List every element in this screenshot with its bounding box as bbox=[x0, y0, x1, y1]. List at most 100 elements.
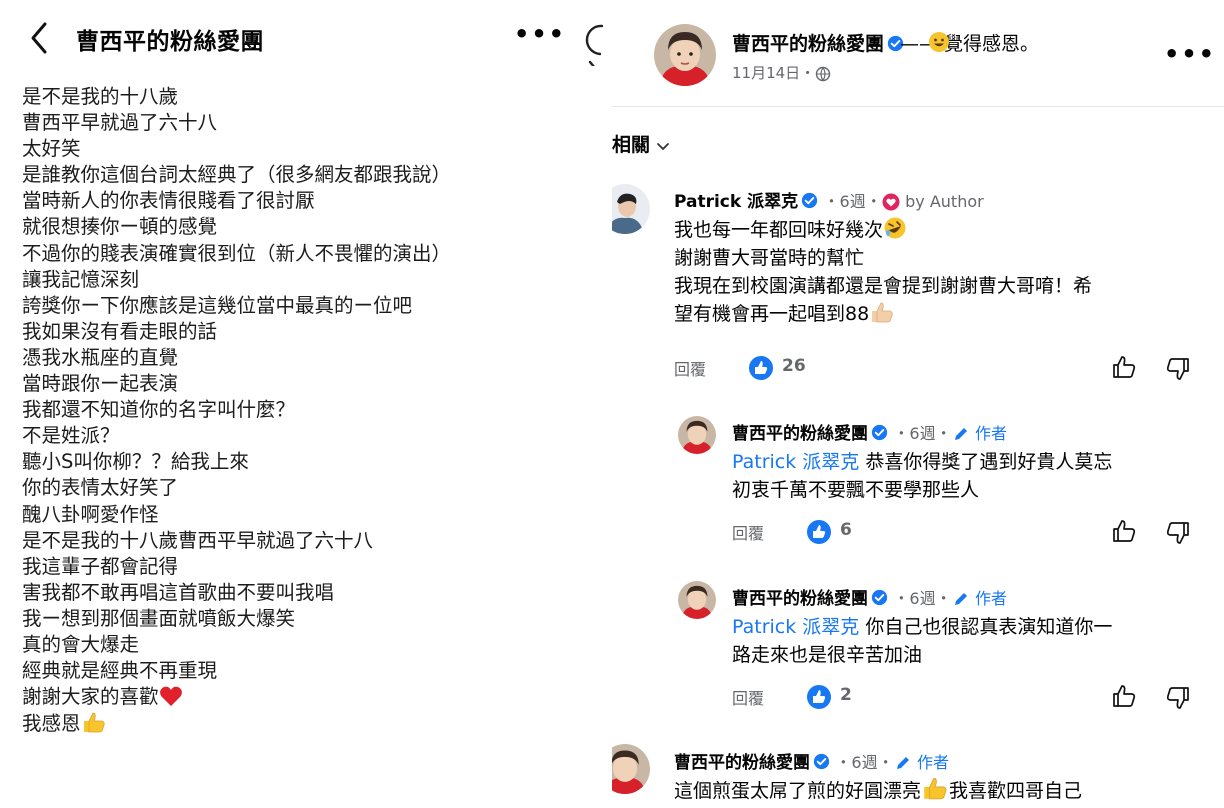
comment-time[interactable]: ・6週・ bbox=[893, 589, 951, 608]
like-icon bbox=[749, 356, 773, 380]
comment-text: 初衷千萬不要飄不要學那些人 bbox=[732, 479, 980, 501]
post-line-text: 憑我水瓶座的直覺 bbox=[22, 345, 179, 369]
comment-text: 我現在到校園演講都還是會提到謝謝曹大哥唷！希 bbox=[674, 275, 1093, 297]
thumb-down-icon[interactable] bbox=[1165, 520, 1191, 546]
post-line: 讓我記憶深刻 bbox=[22, 267, 451, 293]
thumb-up-icon[interactable] bbox=[1111, 518, 1137, 544]
like-count[interactable]: 26 bbox=[782, 356, 806, 376]
post-line-text: 是誰教你這個台詞太經典了（很多網友都跟我說） bbox=[22, 163, 452, 187]
post-line: 不過你的賤表演確實很到位（新人不畏懼的演出） bbox=[22, 241, 451, 267]
post-line: 是誰教你這個台詞太經典了（很多網友都跟我說） bbox=[22, 162, 451, 188]
post-line-text: 害我都不敢再唱這首歌曲不要叫我唱 bbox=[22, 580, 335, 604]
post-line-text: 讓我記憶深刻 bbox=[22, 267, 140, 291]
thumb-down-icon[interactable] bbox=[1165, 685, 1191, 711]
post-line: 太好笑 bbox=[22, 136, 451, 162]
comment-text: 謝謝曹大哥當時的幫忙 bbox=[674, 247, 865, 269]
post-line: 憑我水瓶座的直覺 bbox=[22, 345, 451, 371]
date-label: 11月14日・ bbox=[732, 64, 816, 82]
pencil-icon bbox=[896, 757, 909, 769]
post-author-header: 曹西平的粉絲愛團 —— 覺得感恩。 11月14日・ ••• bbox=[612, 0, 1224, 107]
post-line-text: 謝謝大家的喜歡 bbox=[22, 685, 159, 709]
comment-sort-dropdown[interactable]: 最相關 bbox=[612, 130, 670, 157]
post-line-text: 聽小S叫你柳？？給我上來 bbox=[22, 450, 249, 474]
post-line-text: 我ー想到那個畫面就噴飯大爆笑 bbox=[22, 606, 296, 630]
comment: Patrick 派翠克 ・6週・ by Author 我也每一年都回味好幾次 謝… bbox=[612, 182, 1224, 382]
thumbs-up-emoji bbox=[872, 302, 893, 323]
comment-text: 你自己也很認真表演知道你一 bbox=[859, 616, 1113, 638]
comment-header: 曹西平的粉絲愛團 ・6週・ 作者 bbox=[674, 748, 949, 773]
post-line-text: 是不是我的十八歲 bbox=[22, 85, 179, 108]
feeling-label: —— 覺得感恩。 bbox=[900, 33, 1040, 55]
mention-link[interactable]: Patrick 派翠克 bbox=[732, 451, 859, 473]
comment-text: 路走來也是很辛苦加油 bbox=[732, 644, 923, 666]
comment-body: 我也每一年都回味好幾次 謝謝曹大哥當時的幫忙 我現在到校園演講都還是會提到謝謝曹… bbox=[674, 216, 1092, 328]
post-line-text: 經典就是經典不再重現 bbox=[22, 659, 218, 683]
comment: 曹西平的粉絲愛團 ・6週・ 作者 這個煎蛋太屌了煎的好圓漂亮 我喜歡四哥自己 bbox=[612, 742, 1224, 808]
more-options-button[interactable]: ••• bbox=[1164, 42, 1216, 66]
avatar[interactable] bbox=[612, 744, 650, 794]
post-line-text: 你的表情太好笑了 bbox=[22, 476, 179, 500]
comment-time[interactable]: ・6週・ bbox=[824, 192, 882, 211]
commenter-name[interactable]: 曹西平的粉絲愛團 bbox=[732, 424, 868, 444]
feeling-text: —— 覺得感恩。 bbox=[900, 29, 1039, 56]
reply-button[interactable]: 回覆 bbox=[732, 685, 764, 709]
post-line-text: 就很想揍你ー頓的感覺 bbox=[22, 215, 218, 239]
avatar[interactable] bbox=[678, 581, 716, 619]
post-line: 我ー想到那個畫面就噴飯大爆笑 bbox=[22, 606, 451, 632]
thumb-up-icon[interactable] bbox=[1111, 354, 1137, 380]
thumbs-up-emoji bbox=[924, 777, 947, 800]
more-options-button[interactable]: ••• bbox=[514, 22, 566, 46]
post-line: 我感恩 bbox=[22, 710, 451, 736]
page-name-link[interactable]: 曹西平的粉絲愛團 bbox=[732, 29, 904, 56]
post-text: 是不是我的十八歲 曹西平早就過了六十八 太好笑 是誰教你這個台詞太經典了（很多網友都跟… bbox=[22, 84, 451, 736]
comment-body: 這個煎蛋太屌了煎的好圓漂亮 我喜歡四哥自己 bbox=[674, 775, 1082, 805]
comment-line: Patrick 派翠克 恭喜你得獎了遇到好貴人莫忘 bbox=[732, 448, 1112, 476]
comment-text: 恭喜你得獎了遇到好貴人莫忘 bbox=[859, 451, 1113, 473]
sort-label: 最相關 bbox=[612, 134, 651, 156]
comment-header: 曹西平的粉絲愛團 ・6週・ 作者 bbox=[732, 419, 1007, 444]
post-line: 害我都不敢再唱這首歌曲不要叫我唱 bbox=[22, 580, 451, 606]
verified-icon bbox=[871, 589, 888, 606]
commenter-name[interactable]: 曹西平的粉絲愛團 bbox=[674, 753, 810, 773]
verified-icon bbox=[813, 753, 830, 770]
post-line: 不是姓派？ bbox=[22, 423, 451, 449]
avatar[interactable] bbox=[678, 416, 716, 454]
by-author-badge: by Author bbox=[905, 192, 984, 211]
globe-icon bbox=[815, 66, 831, 82]
chevron-down-icon bbox=[657, 142, 669, 150]
comment-text: 我也每一年都回味好幾次 bbox=[674, 219, 884, 241]
post-line-text: 當時跟你ー起表演 bbox=[22, 372, 179, 396]
reply-button[interactable]: 回覆 bbox=[732, 520, 764, 544]
comment-time[interactable]: ・6週・ bbox=[835, 753, 893, 772]
post-line-text: 當時新人的你表情很賤看了很討厭 bbox=[22, 189, 315, 213]
refresh-icon[interactable] bbox=[578, 18, 612, 66]
avatar[interactable] bbox=[654, 24, 716, 86]
page-name[interactable]: 曹西平的粉絲愛團 bbox=[732, 33, 884, 55]
commenter-name[interactable]: 曹西平的粉絲愛團 bbox=[732, 589, 868, 609]
comments-panel: 曹西平的粉絲愛團 —— 覺得感恩。 11月14日・ ••• 最相關 Patric… bbox=[612, 0, 1224, 808]
like-count[interactable]: 6 bbox=[840, 520, 852, 540]
post-date[interactable]: 11月14日・ bbox=[732, 62, 831, 83]
post-line-text: 不是姓派？ bbox=[22, 424, 120, 448]
like-count[interactable]: 2 bbox=[840, 685, 852, 705]
thumb-down-icon[interactable] bbox=[1165, 356, 1191, 382]
heart-icon bbox=[882, 193, 900, 211]
like-icon bbox=[807, 520, 831, 544]
reply-button[interactable]: 回覆 bbox=[674, 356, 706, 380]
commenter-name[interactable]: Patrick 派翠克 bbox=[674, 192, 798, 212]
page-title: 曹西平的粉絲愛團 bbox=[76, 29, 264, 55]
post-line-text: 是不是我的十八歲曹西平早就過了六十八 bbox=[22, 528, 374, 552]
comment-header: 曹西平的粉絲愛團 ・6週・ 作者 bbox=[732, 584, 1007, 609]
like-icon bbox=[807, 685, 831, 709]
comment-reply: 曹西平的粉絲愛團 ・6週・ 作者 Patrick 派翠克 恭喜你得獎了遇到好貴人… bbox=[612, 414, 1224, 554]
post-line: 當時新人的你表情很賤看了很討厭 bbox=[22, 188, 451, 214]
comment-line: 望有機會再一起唱到88 bbox=[674, 300, 1092, 328]
comment-time[interactable]: ・6週・ bbox=[893, 424, 951, 443]
pencil-icon bbox=[954, 593, 967, 605]
avatar[interactable] bbox=[612, 184, 650, 234]
back-chevron-icon[interactable] bbox=[26, 20, 56, 56]
post-line-text: 太好笑 bbox=[22, 137, 81, 161]
post-line: 當時跟你ー起表演 bbox=[22, 371, 451, 397]
mention-link[interactable]: Patrick 派翠克 bbox=[732, 616, 859, 638]
thumb-up-icon[interactable] bbox=[1111, 683, 1137, 709]
